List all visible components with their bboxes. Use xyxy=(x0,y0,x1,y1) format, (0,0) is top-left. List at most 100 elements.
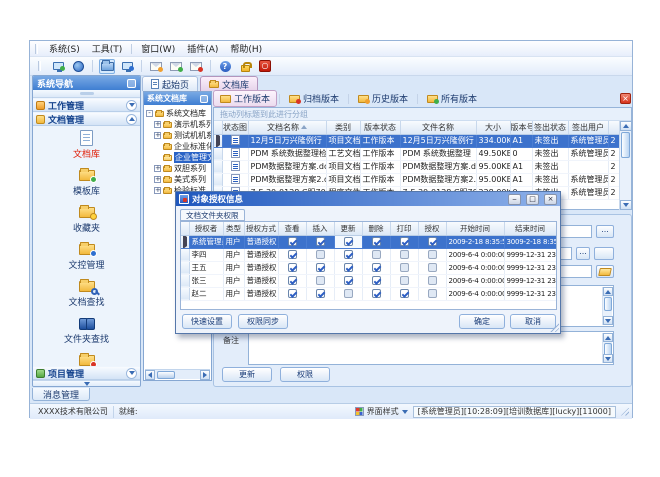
field-action-button[interactable] xyxy=(594,247,614,260)
row-selector[interactable] xyxy=(181,287,189,300)
tree-expand-icon[interactable] xyxy=(154,176,161,183)
col-checkout-user[interactable]: 签出用户 xyxy=(568,121,608,134)
scroll-down-icon[interactable] xyxy=(603,316,613,325)
scroll-down-icon[interactable] xyxy=(603,354,613,363)
checkbox-view[interactable] xyxy=(288,250,297,259)
checkbox-insert[interactable] xyxy=(316,276,325,285)
table-row[interactable]: PDM 系统数据整理检工艺文档工作版本 PDM 系统数据整理49.50KB0 未… xyxy=(214,147,620,160)
permission-row[interactable]: 系统管理员用户普通授权 2009-2-18 8:35:573009-2-18 8… xyxy=(181,235,556,248)
col-version-status[interactable]: 版本状态 xyxy=(360,121,400,134)
row-selector[interactable] xyxy=(214,147,222,160)
checkbox-update[interactable] xyxy=(344,237,353,246)
col-type[interactable]: 类型 xyxy=(223,222,244,235)
sidebar-item-favorites[interactable]: 收藏夹 xyxy=(33,203,140,234)
grid-vertical-scrollbar[interactable] xyxy=(619,121,631,210)
section-document-management[interactable]: 文档管理 xyxy=(33,112,140,126)
checkbox-grant[interactable] xyxy=(428,263,437,272)
tab-archived-version[interactable]: 归档版本 xyxy=(282,90,346,107)
checkbox-grant[interactable] xyxy=(428,276,437,285)
pin-icon[interactable] xyxy=(127,79,136,88)
message-management-tab[interactable]: 消息管理 xyxy=(32,388,90,401)
row-selector[interactable] xyxy=(181,261,189,274)
checkbox-view[interactable] xyxy=(288,237,297,246)
checkbox-delete[interactable] xyxy=(372,276,381,285)
globe-icon[interactable] xyxy=(70,59,86,74)
checkbox-insert[interactable] xyxy=(316,289,325,298)
row-selector[interactable] xyxy=(214,160,222,173)
checkbox-delete[interactable] xyxy=(372,289,381,298)
chevron-up-icon[interactable] xyxy=(126,114,137,125)
checkbox-print[interactable] xyxy=(400,237,409,246)
tree-item-root[interactable]: 系统文档库 xyxy=(146,108,211,119)
quick-setup-button[interactable]: 快速设置 xyxy=(182,314,232,329)
col-status[interactable]: 状态图 xyxy=(222,121,248,134)
checkbox-delete[interactable] xyxy=(372,263,381,272)
checkbox-insert[interactable] xyxy=(316,237,325,246)
mail-delete-icon[interactable] xyxy=(188,59,204,74)
permission-row[interactable]: 赵二用户普通授权 2009-6-4 0:00:009999-12-31 23:5… xyxy=(181,287,556,300)
col-doc-name[interactable]: 文档名称 xyxy=(248,121,326,134)
menu-window[interactable]: 窗口(W) xyxy=(135,41,181,56)
checkbox-view[interactable] xyxy=(288,289,297,298)
menu-help[interactable]: 帮助(H) xyxy=(224,41,268,56)
checkbox-insert[interactable] xyxy=(316,250,325,259)
tree-item-selected[interactable]: 企业管理文件 xyxy=(146,152,211,163)
checkbox-print[interactable] xyxy=(400,263,409,272)
ui-style-selector[interactable]: 界面样式 xyxy=(355,406,408,417)
checkbox-update[interactable] xyxy=(344,276,353,285)
checkbox-grant[interactable] xyxy=(428,237,437,246)
col-version-no[interactable]: 版本号 xyxy=(510,121,532,134)
col-mode[interactable]: 授权方式 xyxy=(244,222,278,235)
sidebar-item-folder-search[interactable]: 文件夹查找 xyxy=(33,314,140,345)
permission-button[interactable]: 权限 xyxy=(280,367,330,382)
tab-history-version[interactable]: 历史版本 xyxy=(351,90,415,107)
row-selector[interactable] xyxy=(181,274,189,287)
checkbox-print[interactable] xyxy=(400,289,409,298)
cancel-button[interactable]: 取消 xyxy=(510,314,556,329)
sidebar-item-doc-search[interactable]: 文档查找 xyxy=(33,277,140,308)
menu-tools[interactable]: 工具(T) xyxy=(86,41,129,56)
pin-icon[interactable] xyxy=(200,95,208,103)
tree-collapse-icon[interactable] xyxy=(146,110,153,117)
permission-row[interactable]: 张三用户普通授权 2009-6-4 0:00:009999-12-31 23:5… xyxy=(181,274,556,287)
permission-row[interactable]: 李四用户普通授权 2009-6-4 0:00:009999-12-31 23:5… xyxy=(181,248,556,261)
section-project-management[interactable]: 项目管理 xyxy=(33,366,140,380)
checkbox-update[interactable] xyxy=(344,250,353,259)
checkbox-delete[interactable] xyxy=(372,237,381,246)
checkbox-print[interactable] xyxy=(400,250,409,259)
col-delete[interactable]: 删除 xyxy=(362,222,390,235)
remark-textarea[interactable] xyxy=(248,331,614,365)
permission-row[interactable]: 王五用户普通授权 2009-6-4 0:00:009999-12-31 23:5… xyxy=(181,261,556,274)
scrollbar-thumb[interactable] xyxy=(157,371,175,379)
permission-sync-button[interactable]: 权限同步 xyxy=(238,314,288,329)
textarea-scrollbar[interactable] xyxy=(602,287,612,325)
sidebar-scroll-down[interactable] xyxy=(33,380,140,387)
small-ellipsis-button[interactable] xyxy=(576,247,590,260)
mail-new-icon[interactable] xyxy=(148,59,164,74)
table-row[interactable]: 12月5日万兴隆例行项目文档工作版本 12月5日万兴隆例行334.00KBA1 … xyxy=(214,134,620,147)
mail-open-icon[interactable] xyxy=(168,59,184,74)
help-icon[interactable] xyxy=(217,59,233,74)
col-print[interactable]: 打印 xyxy=(390,222,418,235)
browse-ellipsis-button[interactable] xyxy=(596,225,614,238)
row-selector[interactable] xyxy=(214,173,222,186)
checkbox-delete[interactable] xyxy=(372,250,381,259)
scroll-up-icon[interactable] xyxy=(603,287,613,296)
tab-all-versions[interactable]: 所有版本 xyxy=(420,90,484,107)
tree-item[interactable]: 双胆系列 xyxy=(146,163,211,174)
sidebar-item-template-library[interactable]: 模板库 xyxy=(33,166,140,197)
open-folder-icon[interactable] xyxy=(99,59,115,74)
computer-icon[interactable] xyxy=(119,59,135,74)
tab-working-version[interactable]: 工作版本 xyxy=(213,90,277,107)
col-grantee[interactable]: 授权者 xyxy=(189,222,223,235)
row-selector[interactable] xyxy=(214,134,222,147)
col-view[interactable]: 查看 xyxy=(278,222,306,235)
row-selector[interactable] xyxy=(181,235,189,248)
lock-icon[interactable] xyxy=(237,59,253,74)
col-category[interactable]: 类别 xyxy=(326,121,360,134)
checkbox-view[interactable] xyxy=(288,276,297,285)
col-grant[interactable]: 授权 xyxy=(418,222,446,235)
scrollbar-thumb[interactable] xyxy=(621,132,630,158)
tab-document-library[interactable]: 文档库 xyxy=(200,76,258,91)
col-end-time[interactable]: 结束时间 xyxy=(504,222,556,235)
